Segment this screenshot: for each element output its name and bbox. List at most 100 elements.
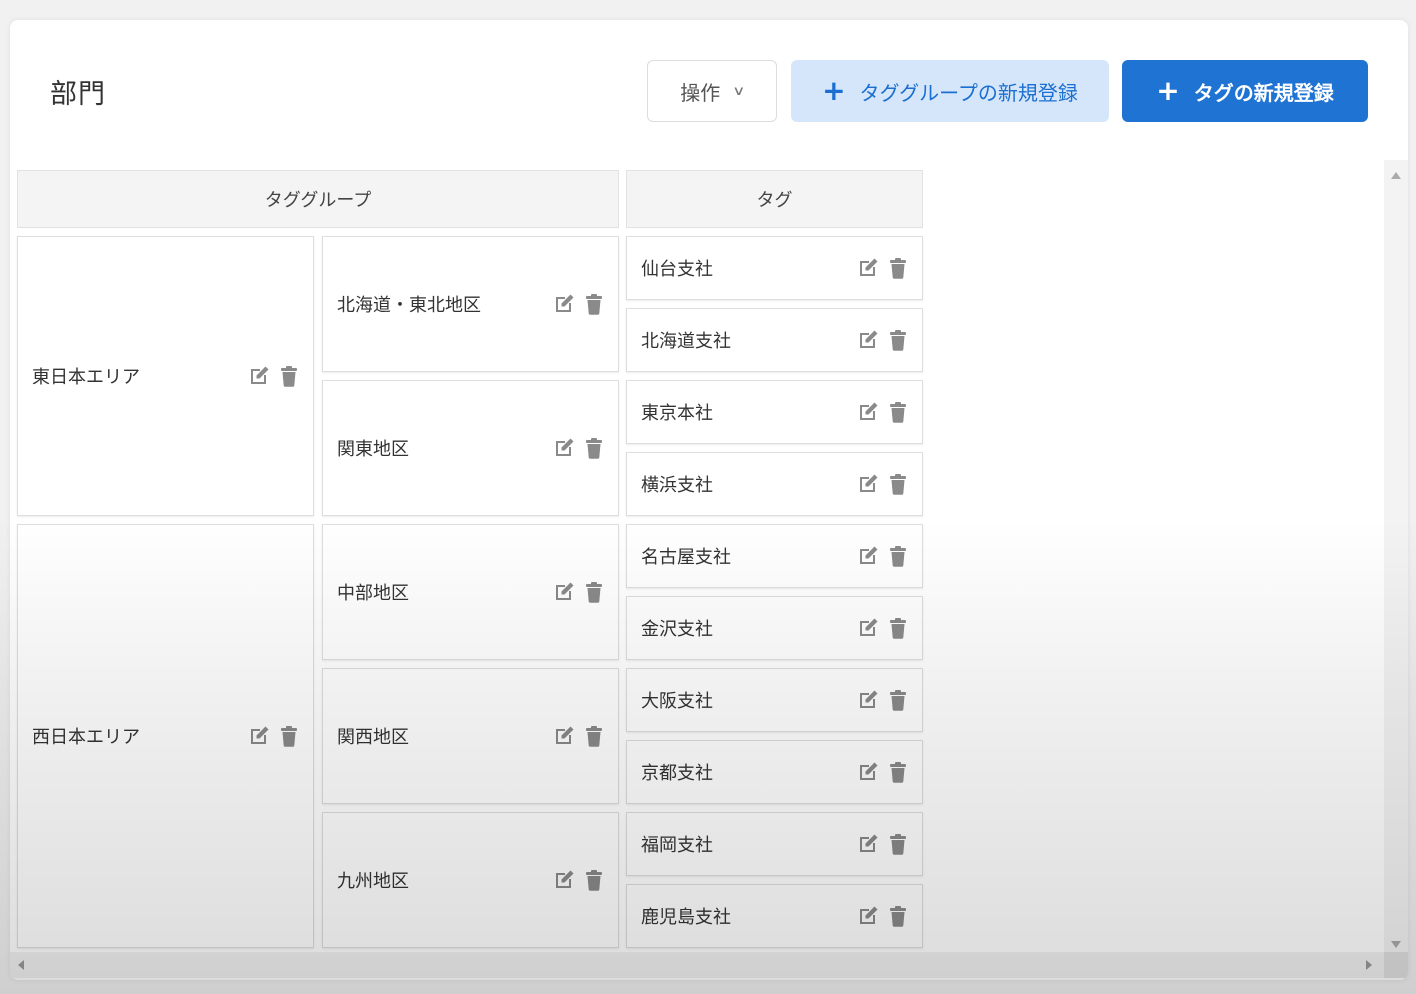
operations-label: 操作 [680, 80, 721, 105]
area-cell-label: 西日本エリア [32, 727, 140, 748]
tag-cell-label: 仙台支社 [641, 259, 713, 280]
row-actions [856, 832, 910, 856]
edit-icon[interactable] [856, 472, 880, 496]
tag-cell: 金沢支社 [626, 596, 923, 660]
tag-cell: 京都支社 [626, 740, 923, 804]
row-actions [856, 760, 910, 784]
vertical-scrollbar[interactable] [1384, 160, 1408, 960]
tag-group-cell: 九州地区 [322, 812, 619, 948]
tag-cell: 名古屋支社 [626, 524, 923, 588]
edit-icon[interactable] [552, 868, 576, 892]
add-tag-group-button[interactable]: + タググループの新規登録 [791, 60, 1109, 122]
row-actions [856, 400, 910, 424]
scrollbar-corner [1384, 952, 1408, 978]
trash-icon[interactable] [582, 580, 606, 604]
trash-icon[interactable] [886, 688, 910, 712]
tag-cell: 北海道支社 [626, 308, 923, 372]
tag-cell: 鹿児島支社 [626, 884, 923, 948]
edit-icon[interactable] [552, 580, 576, 604]
plus-icon: + [1156, 74, 1180, 107]
edit-icon[interactable] [552, 292, 576, 316]
row-actions [552, 724, 606, 748]
scroll-right-arrow-icon[interactable] [1366, 960, 1372, 970]
area-cell-label: 東日本エリア [32, 367, 140, 388]
scroll-up-arrow-icon[interactable] [1391, 172, 1401, 179]
tag-group-cell-label: 関西地区 [337, 727, 409, 748]
edit-icon[interactable] [856, 760, 880, 784]
tag-cell: 福岡支社 [626, 812, 923, 876]
trash-icon[interactable] [886, 616, 910, 640]
edit-icon[interactable] [856, 904, 880, 928]
trash-icon[interactable] [886, 472, 910, 496]
edit-icon[interactable] [552, 724, 576, 748]
row-actions [856, 328, 910, 352]
trash-icon[interactable] [886, 256, 910, 280]
add-tag-button[interactable]: + タグの新規登録 [1122, 60, 1368, 122]
operations-dropdown[interactable]: 操作 ∨ [647, 60, 777, 122]
tag-group-cell-label: 中部地区 [337, 583, 409, 604]
trash-icon[interactable] [582, 436, 606, 460]
scroll-down-arrow-icon[interactable] [1391, 941, 1401, 948]
trash-icon[interactable] [277, 724, 301, 748]
trash-icon[interactable] [886, 904, 910, 928]
tag-cell-label: 北海道支社 [641, 331, 731, 352]
scroll-left-arrow-icon[interactable] [18, 960, 24, 970]
tag-cell-label: 東京本社 [641, 403, 713, 424]
tag-cell-label: 金沢支社 [641, 619, 713, 640]
row-actions [856, 904, 910, 928]
trash-icon[interactable] [886, 328, 910, 352]
add-tag-group-label: タググループの新規登録 [859, 80, 1078, 105]
edit-icon[interactable] [247, 364, 271, 388]
tag-cell: 横浜支社 [626, 452, 923, 516]
edit-icon[interactable] [856, 544, 880, 568]
tag-group-cell-label: 北海道・東北地区 [337, 295, 481, 316]
row-actions [856, 544, 910, 568]
edit-icon[interactable] [856, 328, 880, 352]
tag-group-cell: 関西地区 [322, 668, 619, 804]
tag-cell: 東京本社 [626, 380, 923, 444]
trash-icon[interactable] [582, 724, 606, 748]
row-actions [856, 688, 910, 712]
tag-cell-label: 名古屋支社 [641, 547, 731, 568]
edit-icon[interactable] [856, 832, 880, 856]
department-panel: 部門 操作 ∨ + タググループの新規登録 + タグの新規登録 タググループ タ… [10, 20, 1408, 980]
header-tag: タグ [626, 170, 923, 228]
tag-group-cell-label: 九州地区 [337, 871, 409, 892]
row-actions [552, 580, 606, 604]
tag-table: タググループ タグ 仙台支社北海道支社東京本社横浜支社名古屋支社金沢支社大阪支社… [10, 160, 1384, 960]
row-actions [552, 292, 606, 316]
trash-icon[interactable] [886, 760, 910, 784]
edit-icon[interactable] [552, 436, 576, 460]
add-tag-label: タグの新規登録 [1193, 80, 1334, 105]
edit-icon[interactable] [856, 688, 880, 712]
trash-icon[interactable] [582, 868, 606, 892]
edit-icon[interactable] [856, 400, 880, 424]
page-title: 部門 [50, 79, 106, 110]
tag-cell-label: 鹿児島支社 [641, 907, 731, 928]
tag-group-cell: 中部地区 [322, 524, 619, 660]
trash-icon[interactable] [582, 292, 606, 316]
row-actions [247, 364, 301, 388]
tag-group-cell: 関東地区 [322, 380, 619, 516]
edit-icon[interactable] [856, 256, 880, 280]
row-actions [552, 868, 606, 892]
edit-icon[interactable] [856, 616, 880, 640]
tag-group-cell-label: 関東地区 [337, 439, 409, 460]
tag-cell: 大阪支社 [626, 668, 923, 732]
tag-cell-label: 大阪支社 [641, 691, 713, 712]
trash-icon[interactable] [886, 544, 910, 568]
horizontal-scrollbar[interactable] [10, 952, 1384, 978]
tag-cell-label: 京都支社 [641, 763, 713, 784]
header-tag-group: タググループ [17, 170, 619, 228]
chevron-down-icon: ∨ [732, 83, 746, 99]
row-actions [856, 616, 910, 640]
row-actions [247, 724, 301, 748]
tag-group-cell: 北海道・東北地区 [322, 236, 619, 372]
trash-icon[interactable] [886, 400, 910, 424]
trash-icon[interactable] [277, 364, 301, 388]
area-cell: 東日本エリア [17, 236, 314, 516]
area-cell: 西日本エリア [17, 524, 314, 948]
edit-icon[interactable] [247, 724, 271, 748]
row-actions [552, 436, 606, 460]
trash-icon[interactable] [886, 832, 910, 856]
